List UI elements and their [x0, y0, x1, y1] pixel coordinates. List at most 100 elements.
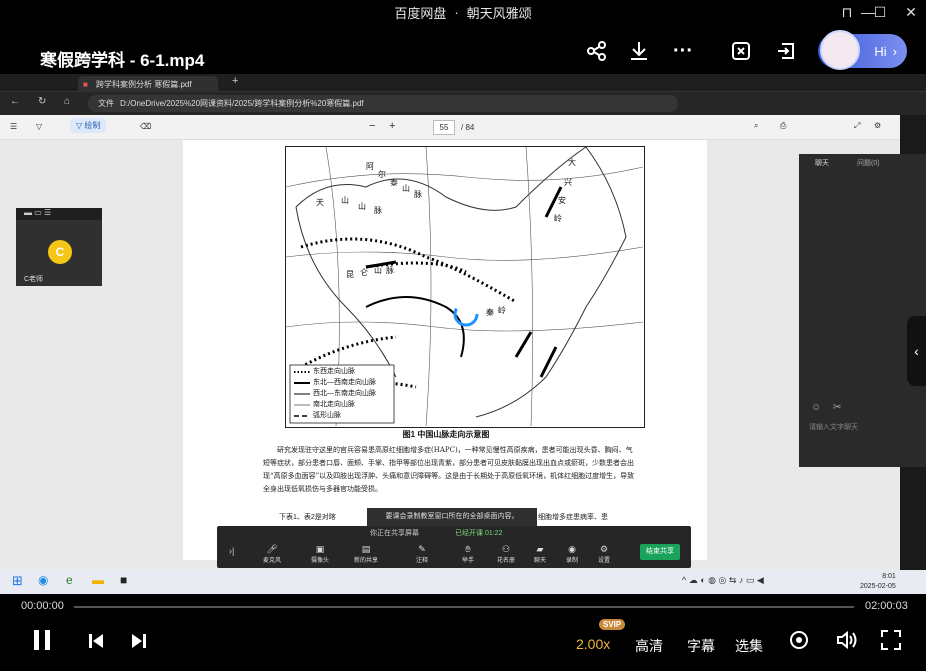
record-button[interactable]: ◉ 录制: [557, 544, 587, 564]
camera-label: 摄像头: [310, 558, 329, 564]
new-tab-icon[interactable]: +: [232, 75, 238, 87]
draw-tool[interactable]: ▽ 绘制: [70, 118, 107, 133]
highlight-icon[interactable]: ▽: [36, 122, 42, 131]
folder-icon[interactable]: ▬: [92, 573, 104, 587]
hi-assistant-button[interactable]: Hi ›: [818, 30, 907, 70]
settings-icon[interactable]: ⚙: [874, 121, 881, 130]
end-share-button[interactable]: 结束共享: [640, 544, 680, 560]
pause-button[interactable]: [33, 629, 51, 656]
maximize-icon[interactable]: ☐: [865, 0, 895, 24]
refresh-icon[interactable]: ↻: [38, 96, 46, 107]
map-label: 脉: [386, 266, 394, 275]
chat-panel: 聊天 问题(0) ☺ ✂ 请输入文字聊天: [799, 154, 926, 467]
contents-icon[interactable]: ☰: [10, 122, 17, 131]
pen-icon: ✎: [418, 544, 426, 554]
roster-label: 花名册: [496, 558, 515, 564]
previous-button[interactable]: [88, 633, 104, 654]
player-controls: 00:00:00 02:00:03 SVIP 2.00x 高清 字幕 选集: [0, 594, 926, 671]
close-icon[interactable]: ✕: [896, 0, 926, 24]
home-icon[interactable]: ⌂: [64, 96, 70, 107]
share-screen-icon: ▤: [361, 544, 371, 554]
fullscreen-icon[interactable]: [881, 630, 901, 655]
screenshot-icon[interactable]: [727, 38, 755, 64]
map-label: 岭: [554, 214, 562, 223]
roster-button[interactable]: ⚇ 花名册: [491, 544, 521, 564]
collapse-toolbar-icon[interactable]: ›|: [229, 546, 234, 556]
mini-window-icon[interactable]: [773, 38, 801, 64]
emoji-icon[interactable]: ☺: [811, 402, 821, 413]
chat-label: 聊天: [533, 558, 546, 564]
quality-button[interactable]: 高清: [635, 636, 663, 656]
map-label: 阿: [366, 162, 374, 171]
volume-icon[interactable]: [836, 630, 858, 655]
tab-questions[interactable]: 问题(0): [857, 158, 880, 168]
chevron-right-icon: ›: [892, 43, 897, 59]
clock: 8:01 2025-02-05: [860, 572, 896, 592]
browser-tabbar: ■ 跨学科案例分析 寒假篇.pdf +: [0, 74, 926, 92]
episodes-button[interactable]: 选集: [735, 636, 763, 656]
raise-hand-button[interactable]: ✋︎ 举手: [453, 544, 483, 564]
scissors-icon[interactable]: ✂: [833, 402, 841, 413]
map-label: 秦: [486, 308, 494, 317]
teacher-camera: ▬ ▭ ☰ C C老师: [16, 208, 102, 286]
map-label: 山: [402, 184, 410, 193]
video-frame[interactable]: ■ 跨学科案例分析 寒假篇.pdf + ← ↻ ⌂ 文件 D:/OneDrive…: [0, 74, 926, 594]
map-label: 大: [568, 158, 576, 167]
page-number-input[interactable]: 55: [433, 120, 455, 135]
assistant-avatar: [820, 30, 860, 70]
annotate-label: 注释: [415, 558, 428, 564]
camera-button[interactable]: ▣ 摄像头: [305, 544, 335, 564]
eraser-icon[interactable]: ⌫: [140, 122, 151, 131]
mic-icon: 🎤︎: [266, 544, 278, 554]
back-icon[interactable]: ←: [10, 96, 20, 107]
app-icon[interactable]: ■: [120, 573, 127, 587]
download-icon[interactable]: [625, 38, 653, 64]
svip-badge: SVIP: [599, 619, 626, 630]
browser-tab[interactable]: ■ 跨学科案例分析 寒假篇.pdf: [78, 76, 218, 92]
mic-label: 麦克风: [262, 558, 281, 564]
teacher-name: C老师: [24, 276, 44, 283]
map-label: 天: [316, 198, 324, 207]
speed-button[interactable]: 2.00x: [576, 636, 610, 652]
record-label: 录制: [565, 558, 578, 564]
address-field[interactable]: 文件 D:/OneDrive/2025%20网课资料/2025/跨学科案例分析%…: [88, 95, 678, 112]
expand-icon[interactable]: ⤢: [854, 121, 860, 131]
annotate-button[interactable]: ✎ 注释: [407, 544, 437, 564]
camera-icon: ▣: [315, 544, 325, 554]
collapse-panel-button[interactable]: ‹: [907, 316, 926, 386]
tray-icons[interactable]: ^ ☁ ◐ ◍ ◎ ⇆ ♪ ▭ ◀: [682, 575, 764, 586]
mic-button[interactable]: 🎤︎ 麦克风: [257, 544, 287, 564]
chat-input[interactable]: 请输入文字聊天: [809, 422, 858, 432]
map-label: 山: [374, 266, 382, 275]
share-icon[interactable]: [583, 38, 611, 64]
map-label: 昆: [346, 270, 354, 279]
legend-item-ns: 南北走向山脉: [313, 401, 355, 408]
settings-label: 设置: [597, 558, 610, 564]
print-icon[interactable]: ⎙: [780, 121, 786, 131]
ie-icon[interactable]: e: [66, 573, 73, 587]
eye-protect-icon[interactable]: [789, 630, 809, 655]
video-header: 寒假跨学科 - 6-1.mp4 ··· Hi ›: [0, 24, 926, 74]
chat-button[interactable]: ▰ 聊天: [525, 544, 555, 564]
meeting-toolbar: 你正在共享屏幕 已经开课 01:22 ›| 🎤︎ 麦克风 ▣ 摄像头 ▤ 新的共享 ✎…: [217, 526, 691, 568]
recording-notice: 要课会录制教室窗口所在的全部桌面内容。: [367, 508, 537, 526]
new-share-button[interactable]: ▤ 新的共享: [351, 544, 381, 564]
edge-icon[interactable]: ◉: [38, 573, 48, 587]
map-label: 山: [358, 202, 366, 211]
windows-start-icon[interactable]: ⊞: [12, 573, 23, 589]
title-separator: ·: [454, 4, 459, 20]
url-text: D:/OneDrive/2025%20网课资料/2025/跨学科案例分析%20寒…: [120, 99, 364, 108]
camera-controls[interactable]: ▬ ▭ ☰: [16, 208, 102, 220]
china-mountain-map: 东西走向山脉 东北—西南走向山脉 西北—东南走向山脉 南北走向山脉 弧形山脉 天…: [285, 146, 645, 428]
tab-chat[interactable]: 聊天: [815, 158, 829, 168]
more-icon[interactable]: ···: [669, 38, 697, 64]
zoom-out-icon[interactable]: −: [369, 120, 375, 132]
progress-track[interactable]: [74, 606, 854, 608]
next-button[interactable]: [131, 633, 147, 654]
subtitle-button[interactable]: 字幕: [687, 636, 715, 656]
clock-date: 2025-02-05: [860, 583, 896, 590]
search-icon[interactable]: ⌕: [754, 121, 758, 131]
map-label: 安: [558, 196, 566, 205]
settings-button[interactable]: ⚙ 设置: [589, 544, 619, 564]
zoom-in-icon[interactable]: +: [389, 120, 395, 132]
